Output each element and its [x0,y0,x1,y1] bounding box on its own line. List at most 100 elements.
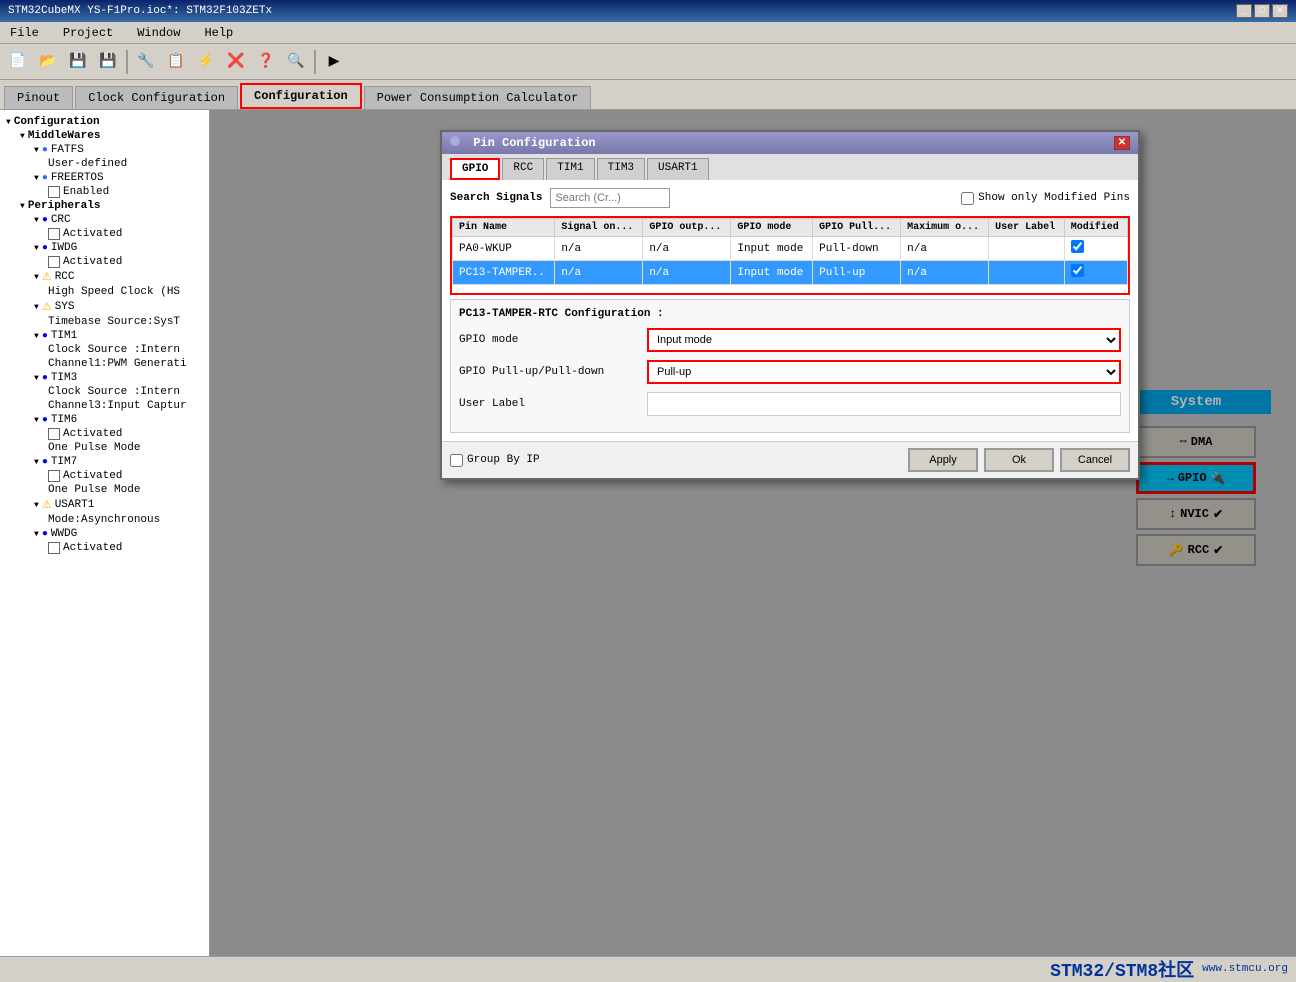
tim3-clock-label: Clock Source :Intern [48,386,180,398]
toolbar-open[interactable]: 📂 [34,48,62,76]
tree-tim7[interactable]: ● TIM7 [32,455,205,469]
tim7-checkbox[interactable] [48,470,60,482]
tim1-icon: ● [42,331,48,342]
show-modified-checkbox[interactable] [961,192,974,205]
toolbar-btn4[interactable]: 📋 [162,48,190,76]
gpio-pull-1: Pull-up [813,261,901,285]
tim6-activated-label: Activated [63,428,122,440]
tree-sys[interactable]: ⚠ SYS [32,299,205,315]
dialog-tab-gpio[interactable]: GPIO [450,158,500,180]
usart1-label: USART1 [55,499,95,511]
tim7-activated-label: Activated [63,470,122,482]
menu-window[interactable]: Window [131,24,186,42]
ok-button[interactable]: Ok [984,448,1054,472]
usart1-mode[interactable]: Mode:Asynchronous [46,513,205,527]
iwdg-checkbox[interactable] [48,256,60,268]
fatfs-label: FATFS [51,144,84,156]
gpio-mode-select[interactable]: Input mode Output Push Pull Output Open … [647,328,1121,352]
tree-wwdg[interactable]: ● WWDG [32,527,205,541]
user-label-row: User Label [459,392,1121,416]
tree-fatfs[interactable]: ● FATFS [32,143,205,157]
tim3-clock[interactable]: Clock Source :Intern [46,385,205,399]
toolbar-search[interactable]: 🔍 [282,48,310,76]
tab-configuration[interactable]: Configuration [240,83,362,109]
expand-peripherals [20,200,25,212]
dialog-tab-rcc[interactable]: RCC [502,158,544,180]
fatfs-user-defined[interactable]: User-defined [46,157,205,171]
toolbar-save2[interactable]: 💾 [94,48,122,76]
table-row[interactable]: PA0-WKUP n/a n/a Input mode Pull-down n/… [453,237,1128,261]
stm32-url: www.stmcu.org [1202,963,1288,975]
tim6-checkbox[interactable] [48,428,60,440]
table-row[interactable]: PC13-TAMPER.. n/a n/a Input mode Pull-up… [453,261,1128,285]
menu-project[interactable]: Project [57,24,119,42]
tree-peripherals[interactable]: Peripherals [18,199,205,213]
tree-usart1[interactable]: ⚠ USART1 [32,497,205,513]
rcc-hsc[interactable]: High Speed Clock (HS [46,285,205,299]
tim6-activated[interactable]: Activated [46,427,205,441]
toolbar-btn5[interactable]: ⚡ [192,48,220,76]
tab-power[interactable]: Power Consumption Calculator [364,86,592,109]
expand-freertos [34,172,39,184]
wwdg-activated[interactable]: Activated [46,541,205,555]
tim1-ch1-label: Channel1:PWM Generati [48,358,187,370]
dialog-title-bar: Pin Configuration ✕ [442,132,1138,154]
group-by-ip-checkbox[interactable] [450,454,463,467]
sys-timebase[interactable]: Timebase Source:SysT [46,315,205,329]
tree-tim3[interactable]: ● TIM3 [32,371,205,385]
tim3-ch3[interactable]: Channel3:Input Captur [46,399,205,413]
crc-checkbox[interactable] [48,228,60,240]
dialog-close-button[interactable]: ✕ [1114,136,1130,150]
tree-iwdg[interactable]: ● IWDG [32,241,205,255]
tree-middlewares[interactable]: MiddleWares [18,129,205,143]
freertos-enabled-checkbox[interactable] [48,186,60,198]
toolbar-save[interactable]: 💾 [64,48,92,76]
apply-button[interactable]: Apply [908,448,978,472]
toolbar-run[interactable]: ▶ [320,48,348,76]
tim7-opm[interactable]: One Pulse Mode [46,483,205,497]
modified-checkbox-1[interactable] [1071,264,1084,277]
tree-tim1[interactable]: ● TIM1 [32,329,205,343]
tim1-clock[interactable]: Clock Source :Intern [46,343,205,357]
tree-crc[interactable]: ● CRC [32,213,205,227]
toolbar-new[interactable]: 📄 [4,48,32,76]
maximize-button[interactable]: □ [1254,4,1270,18]
tab-pinout[interactable]: Pinout [4,86,73,109]
search-input[interactable] [550,188,670,208]
tim1-ch1[interactable]: Channel1:PWM Generati [46,357,205,371]
crc-activated[interactable]: Activated [46,227,205,241]
dialog-tab-usart1[interactable]: USART1 [647,158,709,180]
freertos-enabled-label: Enabled [63,186,109,198]
tree-freertos[interactable]: ● FREERTOS [32,171,205,185]
user-label-input[interactable] [647,392,1121,416]
menu-file[interactable]: File [4,24,45,42]
wwdg-checkbox[interactable] [48,542,60,554]
usart1-icon: ⚠ [42,498,52,512]
freertos-enabled[interactable]: Enabled [46,185,205,199]
dialog-content: Search Signals Show only Modified Pins [442,180,1138,441]
toolbar-btn6[interactable]: ❌ [222,48,250,76]
iwdg-activated[interactable]: Activated [46,255,205,269]
pin-name-1: PC13-TAMPER.. [453,261,555,285]
menu-help[interactable]: Help [198,24,239,42]
tab-clock[interactable]: Clock Configuration [75,86,238,109]
toolbar-help[interactable]: ❓ [252,48,280,76]
tree-usart1-section: ⚠ USART1 Mode:Asynchronous [18,497,205,527]
dialog-tab-tim1[interactable]: TIM1 [546,158,594,180]
tree-configuration-label[interactable]: Configuration [4,115,205,129]
minimize-button[interactable]: _ [1236,4,1252,18]
tree-tim6[interactable]: ● TIM6 [32,413,205,427]
cancel-button[interactable]: Cancel [1060,448,1130,472]
th-modified: Modified [1064,219,1127,237]
modified-checkbox-0[interactable] [1071,240,1084,253]
close-button[interactable]: ✕ [1272,4,1288,18]
tim7-activated[interactable]: Activated [46,469,205,483]
tim6-opm[interactable]: One Pulse Mode [46,441,205,455]
tree-rcc-section: ⚠ RCC High Speed Clock (HS [18,269,205,299]
iwdg-icon: ● [42,243,48,254]
gpio-pull-select[interactable]: No pull-up and no pull-down Pull-up Pull… [647,360,1121,384]
tree-fatfs-section: ● FATFS User-defined [18,143,205,171]
tree-rcc[interactable]: ⚠ RCC [32,269,205,285]
dialog-tab-tim3[interactable]: TIM3 [597,158,645,180]
toolbar-btn3[interactable]: 🔧 [132,48,160,76]
